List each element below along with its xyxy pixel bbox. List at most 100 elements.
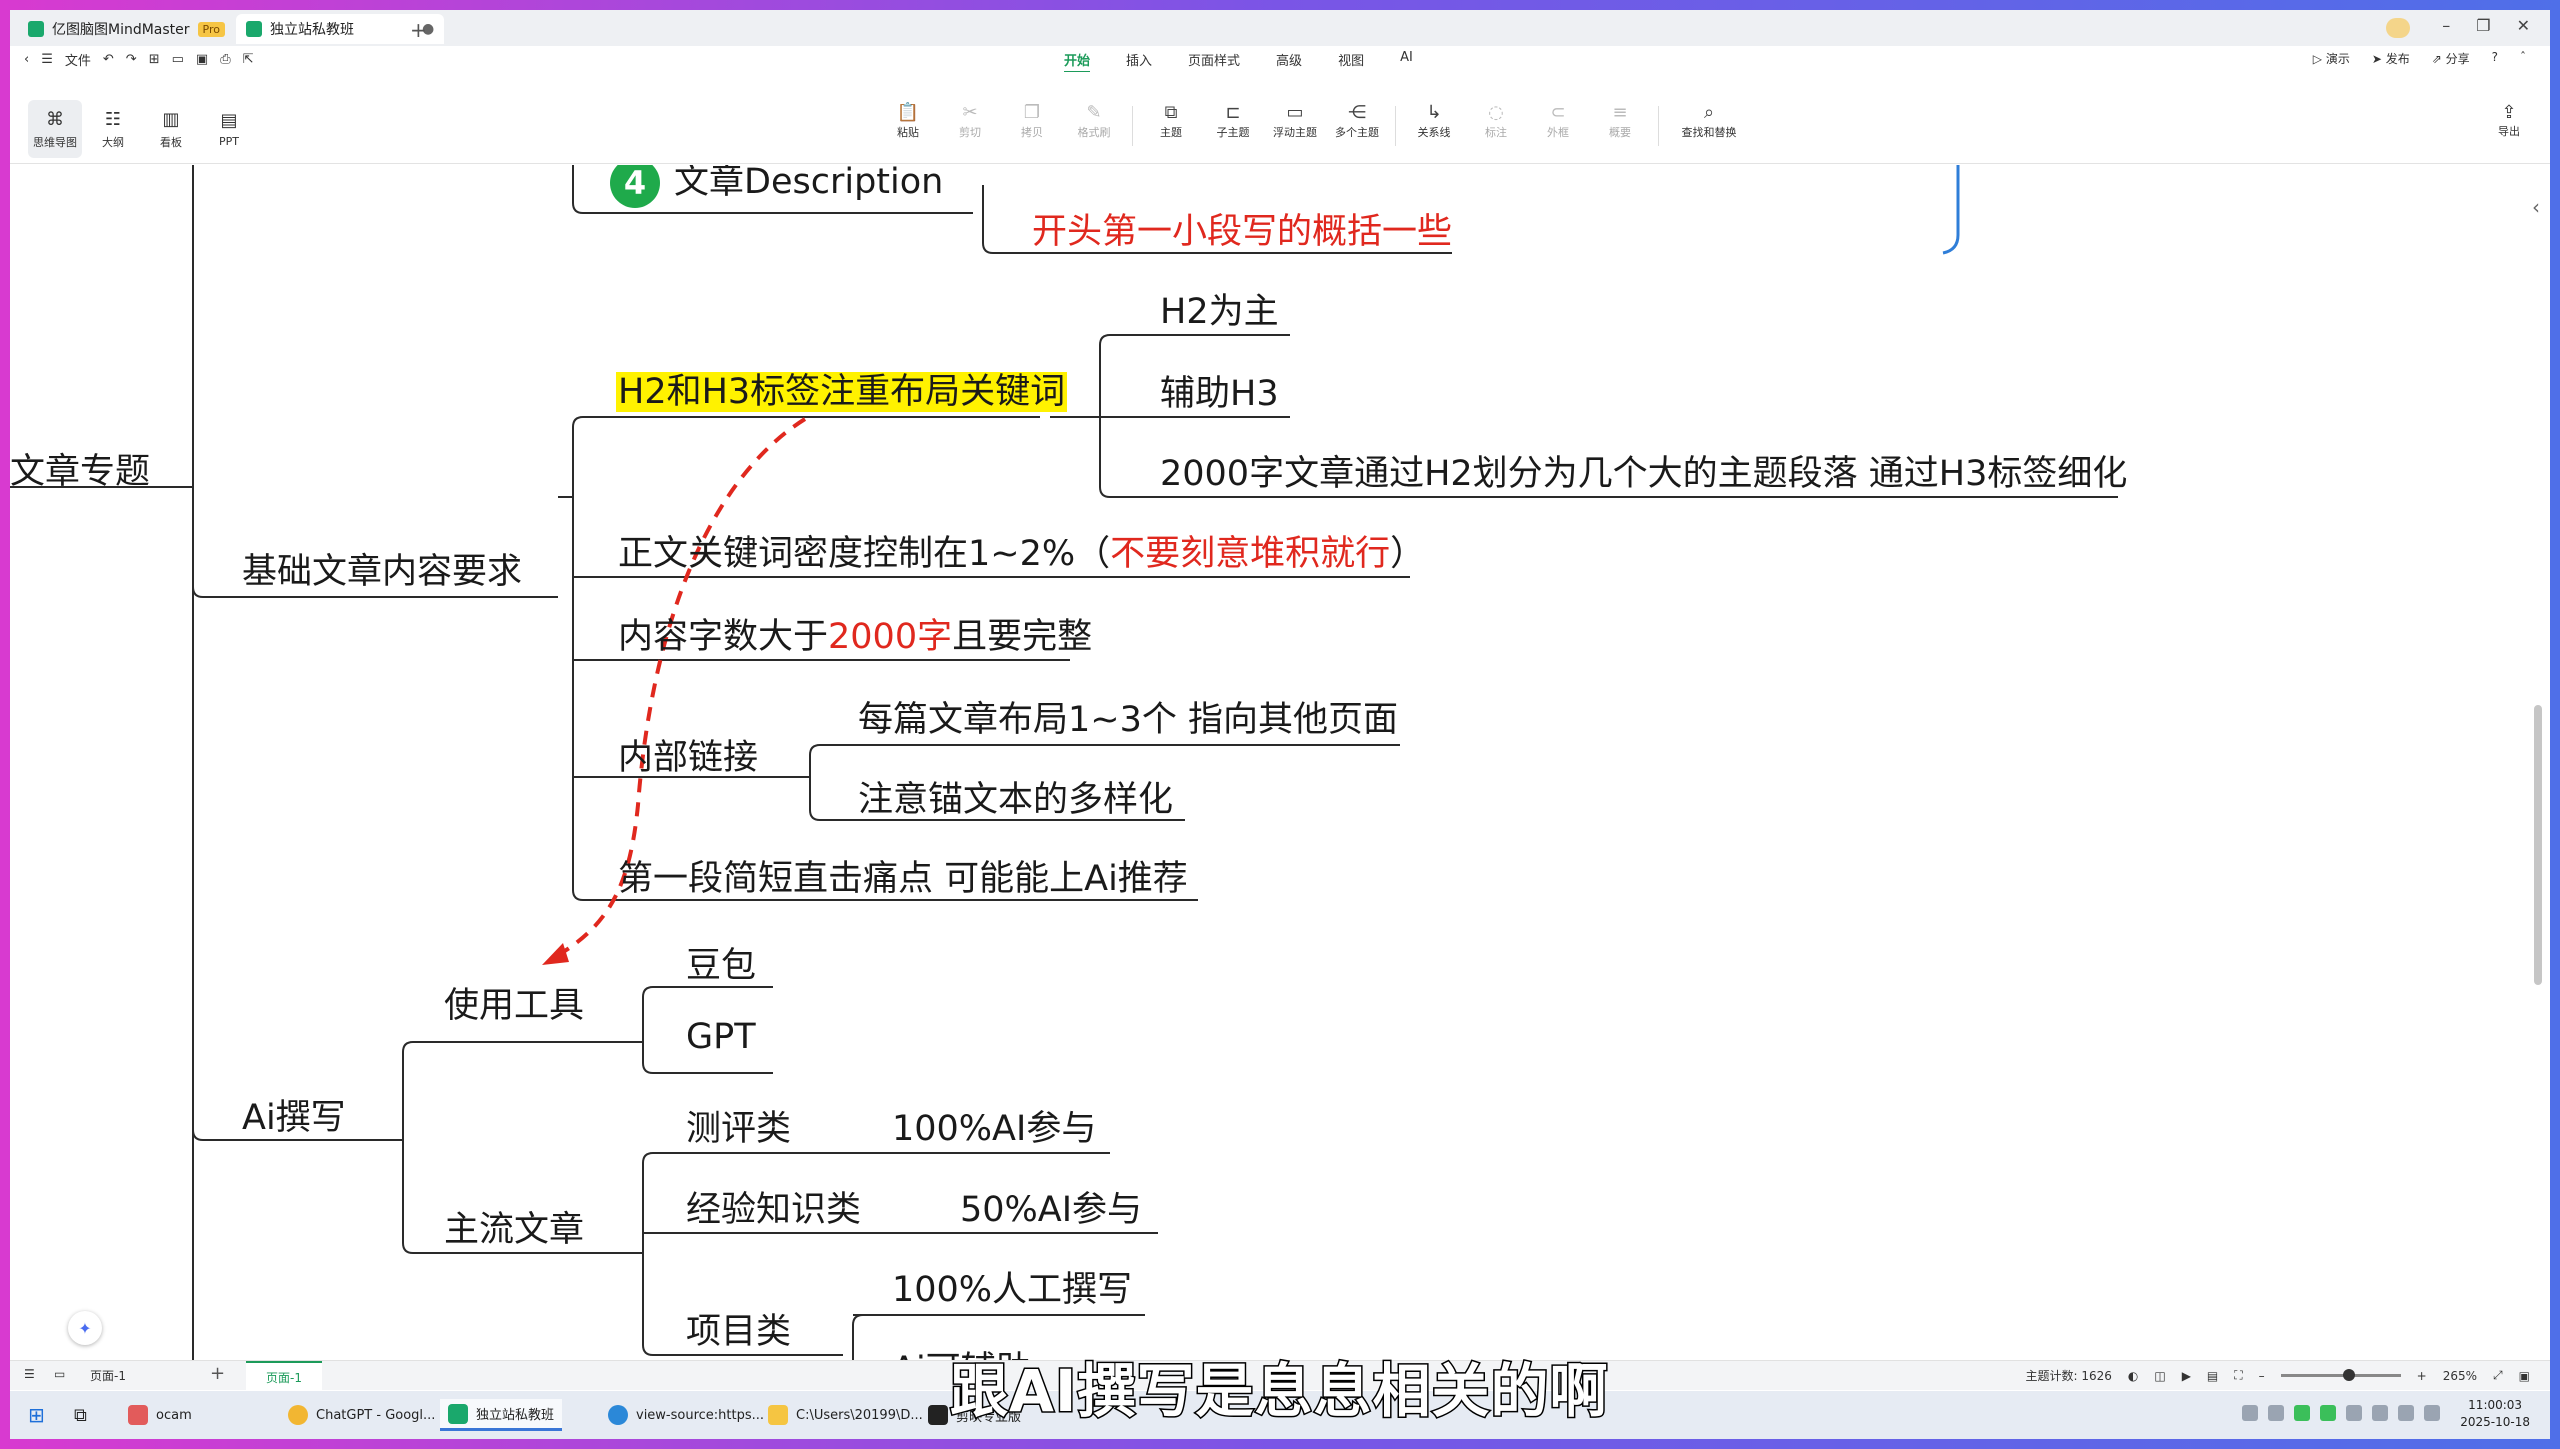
node-internal-links[interactable]: 内部链接 <box>618 729 758 780</box>
menu-icon[interactable]: ☰ <box>41 52 53 67</box>
node-root[interactable]: 文章专题 <box>10 443 150 494</box>
floating-topic-button[interactable]: ▭ 浮动主题 <box>1267 102 1323 150</box>
page-tab[interactable]: 页面-1 <box>246 1361 322 1391</box>
multi-topic-button[interactable]: ⋲ 多个主题 <box>1329 102 1385 150</box>
node-gpt[interactable]: GPT <box>686 1017 756 1057</box>
node-experience[interactable]: 经验知识类 <box>686 1181 861 1232</box>
node-first-paragraph[interactable]: 第一段简短直击痛点 可能能上Ai推荐 <box>618 850 1188 901</box>
taskbar-mindmaster[interactable]: 独立站私教班 <box>440 1399 563 1431</box>
help-icon[interactable]: ? <box>2492 50 2498 67</box>
node-keyword-density[interactable]: 正文关键词密度控制在1~2%（不要刻意堆积就行） <box>618 525 1425 576</box>
summary-button[interactable]: ≡ 概要 <box>1592 102 1648 150</box>
node-word-count[interactable]: 内容字数大于2000字且要完整 <box>618 608 1092 659</box>
tray-icon <box>2268 1405 2284 1421</box>
find-replace-button[interactable]: ⌕ 查找和替换 <box>1669 102 1749 150</box>
format-painter-button[interactable]: ✎ 格式刷 <box>1066 102 1122 150</box>
tray-icon <box>2346 1405 2362 1421</box>
tab-ai[interactable]: AI <box>1400 50 1413 73</box>
fullscreen-icon[interactable]: ⤢ <box>2493 1368 2503 1383</box>
outline-toggle-icon[interactable]: ☰ <box>24 1367 35 1381</box>
tab-insert[interactable]: 插入 <box>1126 50 1152 73</box>
close-icon[interactable]: ✕ <box>2517 16 2530 35</box>
zoom-out-icon[interactable]: – <box>2259 1369 2265 1383</box>
taskbar-ocam[interactable]: ocam <box>120 1399 200 1431</box>
new-tab-icon[interactable]: + <box>410 18 427 42</box>
zoom-in-icon[interactable]: + <box>2417 1369 2427 1383</box>
view-outline-button[interactable]: ☷ 大纲 <box>86 100 140 158</box>
back-icon[interactable]: ‹ <box>24 52 29 67</box>
play-icon[interactable]: ▶ <box>2182 1369 2191 1383</box>
fullscreen-small-icon[interactable]: ⛶ <box>2234 1368 2242 1383</box>
vertical-scrollbar[interactable] <box>2534 705 2542 985</box>
tab-start[interactable]: 开始 <box>1064 50 1091 73</box>
taskbar-edge[interactable]: view-source:https... <box>600 1399 772 1431</box>
node-description[interactable]: 4 文章Description <box>610 165 943 208</box>
taskbar-explorer[interactable]: C:\Users\20199\D... <box>760 1399 931 1431</box>
node-h3-aux[interactable]: 辅助H3 <box>1160 365 1279 416</box>
node-review-pct[interactable]: 100%AI参与 <box>892 1100 1096 1151</box>
layout-icon[interactable]: ▤ <box>2207 1369 2218 1383</box>
node-tools[interactable]: 使用工具 <box>444 977 584 1028</box>
file-menu[interactable]: 文件 <box>65 50 91 69</box>
redo-icon[interactable]: ↷ <box>126 52 137 67</box>
theme-icon[interactable]: ◐ <box>2128 1369 2138 1383</box>
restore-icon[interactable]: ❐ <box>2476 16 2490 35</box>
node-ai-writing[interactable]: Ai撰写 <box>242 1089 346 1140</box>
ai-assistant-icon[interactable]: ✦ <box>68 1311 102 1345</box>
zoom-level[interactable]: 265% <box>2443 1369 2477 1383</box>
tab-view[interactable]: 视图 <box>1338 50 1364 73</box>
panel-icon[interactable]: ▣ <box>2519 1369 2530 1383</box>
task-view-icon[interactable]: ⧉ <box>66 1399 95 1431</box>
node-anchor-diversity[interactable]: 注意锚文本的多样化 <box>858 771 1173 822</box>
zoom-slider[interactable] <box>2280 1369 2401 1381</box>
share-button[interactable]: ⇗ 分享 <box>2432 50 2470 67</box>
node-h2-detail[interactable]: 2000字文章通过H2划分为几个大的主题段落 通过H3标签细化 <box>1160 445 2127 496</box>
save-icon[interactable]: ▣ <box>196 52 208 67</box>
export-small-icon[interactable]: ⇱ <box>243 52 254 67</box>
open-icon[interactable]: ▭ <box>172 52 184 67</box>
present-button[interactable]: ▷ 演示 <box>2313 50 2350 67</box>
view-mindmap-button[interactable]: ⌘ 思维导图 <box>28 100 82 158</box>
print-icon[interactable]: ⎙ <box>220 52 230 67</box>
callout-button[interactable]: ◌ 标注 <box>1468 102 1524 150</box>
node-review[interactable]: 测评类 <box>686 1100 791 1151</box>
node-description-child[interactable]: 开头第一小段写的概括一些 <box>1032 203 1452 254</box>
new-icon[interactable]: ⊞ <box>149 52 160 67</box>
minimize-icon[interactable]: – <box>2442 16 2450 35</box>
publish-button[interactable]: ➤ 发布 <box>2372 50 2410 67</box>
node-h2-main[interactable]: H2为主 <box>1160 283 1279 334</box>
node-experience-pct[interactable]: 50%AI参与 <box>960 1181 1142 1232</box>
collapse-ribbon-icon[interactable]: ˆ <box>2520 50 2526 67</box>
node-links-layout[interactable]: 每篇文章布局1~3个 指向其他页面 <box>858 691 1398 742</box>
copy-button[interactable]: ❐ 拷贝 <box>1004 102 1060 150</box>
tab-mindmaster[interactable]: 亿图脑图MindMaster Pro <box>18 14 235 44</box>
node-mainstream[interactable]: 主流文章 <box>444 1201 584 1252</box>
view-board-button[interactable]: ▥ 看板 <box>144 100 198 158</box>
user-avatar[interactable] <box>2386 18 2410 38</box>
node-basic-requirements[interactable]: 基础文章内容要求 <box>242 543 522 594</box>
page-view-icon[interactable]: ▭ <box>54 1367 65 1381</box>
page-select[interactable]: 页面-1 <box>90 1367 126 1384</box>
windows-start-icon[interactable]: ⊞ <box>20 1399 53 1431</box>
boundary-button[interactable]: ⊂ 外框 <box>1530 102 1586 150</box>
taskbar-chrome[interactable]: ChatGPT - Googl... <box>280 1399 443 1431</box>
paste-button[interactable]: 📋 粘贴 <box>880 102 936 150</box>
side-panel-toggle-icon[interactable]: ‹ <box>2532 195 2540 219</box>
subtopic-button[interactable]: ⊏ 子主题 <box>1205 102 1261 150</box>
tab-page-style[interactable]: 页面样式 <box>1188 50 1240 73</box>
relation-button[interactable]: ↳ 关系线 <box>1406 102 1462 150</box>
topic-button[interactable]: ⧉ 主题 <box>1143 102 1199 150</box>
node-doubao[interactable]: 豆包 <box>686 937 756 988</box>
node-project[interactable]: 项目类 <box>686 1303 791 1354</box>
node-h2-h3-keywords[interactable]: H2和H3标签注重布局关键词 <box>616 363 1068 414</box>
undo-icon[interactable]: ↶ <box>103 52 114 67</box>
cut-button[interactable]: ✂ 剪切 <box>942 102 998 150</box>
add-page-icon[interactable]: + <box>210 1363 225 1384</box>
tab-advanced[interactable]: 高级 <box>1276 50 1302 73</box>
view-ppt-button[interactable]: ▤ PPT <box>202 100 256 158</box>
taskbar-clock[interactable]: 11:00:03 2025-10-18 <box>2460 1397 2530 1431</box>
export-button[interactable]: ⇪ 导出 <box>2498 102 2520 139</box>
mindmap-canvas[interactable]: 4 文章Description 开头第一小段写的概括一些 文章专题 基础文章内容要… <box>10 165 2550 1360</box>
node-project-manual[interactable]: 100%人工撰写 <box>892 1261 1132 1312</box>
fit-icon[interactable]: ◫ <box>2154 1369 2165 1383</box>
